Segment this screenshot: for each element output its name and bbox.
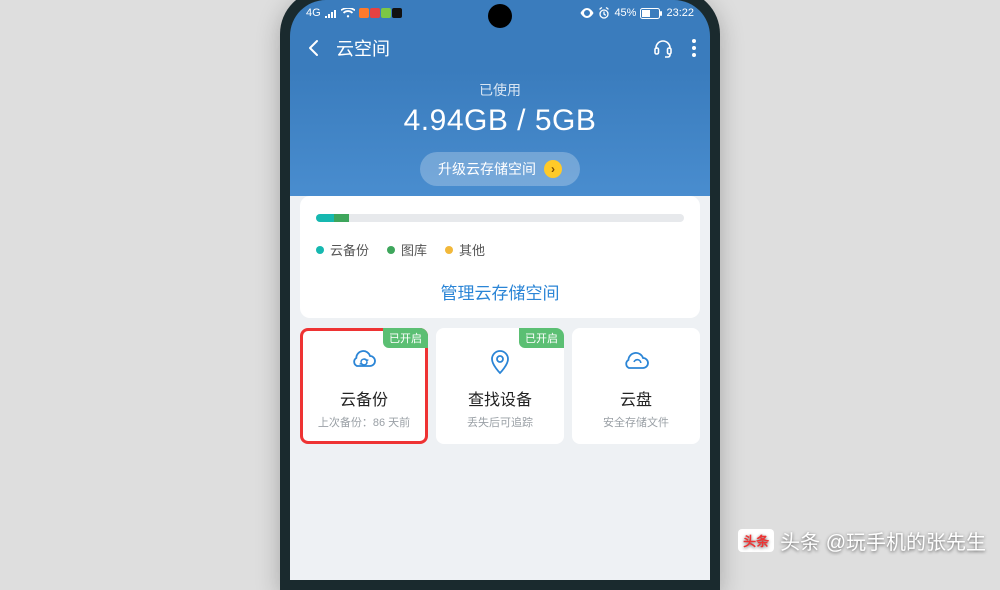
toutiao-logo-icon: 头条 [738, 529, 774, 552]
battery-icon [640, 8, 662, 19]
bar-segment-gallery [334, 214, 349, 222]
cloud-sync-icon [304, 346, 424, 378]
legend-dot-icon [387, 246, 395, 254]
battery-pct: 45% [614, 7, 636, 19]
phone-frame: 4G 45% [280, 0, 720, 590]
tile-title: 查找设备 [440, 386, 560, 410]
chevron-right-icon: › [544, 160, 562, 178]
network-label: 4G [306, 7, 321, 19]
bar-segment-backup [316, 214, 334, 222]
camera-notch [488, 4, 512, 28]
content-area: 云备份 图库 其他 管理云存储空间 已开启 [290, 196, 710, 580]
upgrade-button[interactable]: 升级云存储空间 › [420, 152, 580, 186]
legend-label: 图库 [401, 240, 427, 259]
storage-legend: 云备份 图库 其他 [316, 240, 684, 259]
alarm-icon [598, 7, 610, 19]
more-icon[interactable] [692, 39, 696, 57]
tile-sub: 丢失后可追踪 [440, 414, 560, 430]
storage-hero: 已使用 4.94GB / 5GB 升级云存储空间 › [290, 70, 710, 204]
tile-sub: 安全存储文件 [576, 414, 696, 430]
title-bar: 云空间 [290, 26, 710, 70]
used-label: 已使用 [290, 80, 710, 100]
cloud-icon [576, 346, 696, 378]
page-title: 云空间 [336, 35, 652, 61]
legend-dot-icon [445, 246, 453, 254]
storage-bar [316, 214, 684, 222]
tile-title: 云备份 [304, 386, 424, 410]
legend-label: 其他 [459, 240, 485, 259]
watermark: 头条 头条 @玩手机的张先生 [738, 526, 986, 555]
legend-label: 云备份 [330, 240, 369, 259]
legend-item-gallery: 图库 [387, 240, 427, 259]
status-badge: 已开启 [383, 328, 428, 348]
storage-card: 云备份 图库 其他 管理云存储空间 [300, 196, 700, 318]
upgrade-label: 升级云存储空间 [438, 159, 536, 179]
clock-text: 23:22 [666, 7, 694, 19]
tile-find-device[interactable]: 已开启 查找设备 丢失后可追踪 [436, 328, 564, 444]
legend-dot-icon [316, 246, 324, 254]
tile-cloud-drive[interactable]: 云盘 安全存储文件 [572, 328, 700, 444]
watermark-text: 头条 @玩手机的张先生 [780, 526, 986, 555]
feature-tiles: 已开启 云备份 上次备份：86 天前 已开启 查找设备 丢失后可追踪 [300, 328, 700, 444]
back-icon[interactable] [304, 38, 324, 58]
signal-icon [325, 8, 337, 18]
headset-icon[interactable] [652, 37, 674, 59]
app-notification-icons [359, 8, 402, 18]
used-amount: 4.94GB / 5GB [290, 104, 710, 138]
screen: 4G 45% [290, 0, 710, 580]
location-pin-icon [440, 346, 560, 378]
legend-item-other: 其他 [445, 240, 485, 259]
eye-icon [580, 8, 594, 18]
tile-cloud-backup[interactable]: 已开启 云备份 上次备份：86 天前 [300, 328, 428, 444]
tile-title: 云盘 [576, 386, 696, 410]
legend-item-backup: 云备份 [316, 240, 369, 259]
status-badge: 已开启 [519, 328, 564, 348]
tile-sub: 上次备份：86 天前 [304, 414, 424, 430]
wifi-icon [341, 8, 355, 18]
manage-storage-link[interactable]: 管理云存储空间 [316, 273, 684, 304]
